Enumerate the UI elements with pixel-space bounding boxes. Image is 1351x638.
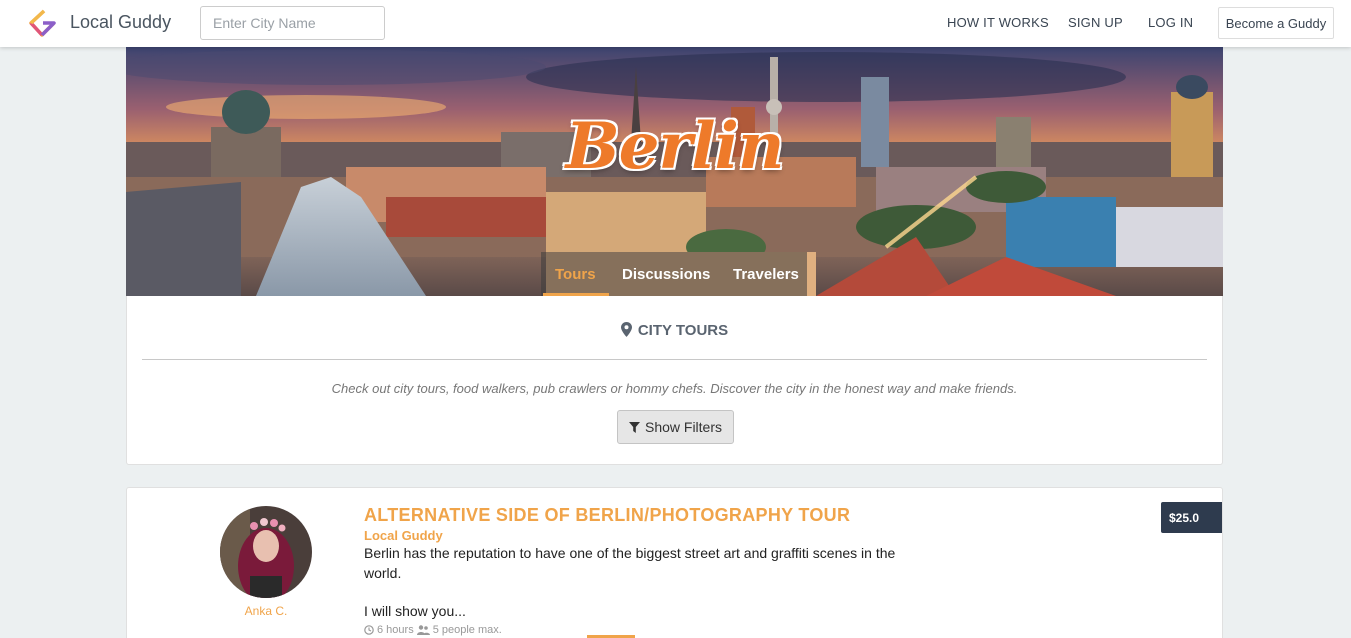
city-tours-heading-text: CITY TOURS <box>637 322 729 339</box>
funnel-icon <box>628 421 640 433</box>
city-tours-heading: CITY TOURS <box>127 322 1222 339</box>
tab-discussions[interactable]: Discussions <box>622 266 710 283</box>
tab-travelers[interactable]: Travelers <box>733 266 799 283</box>
map-marker-icon <box>620 322 632 337</box>
city-tabs: Tours Discussions Travelers <box>541 252 807 296</box>
guide-name[interactable]: Anka C. <box>220 604 312 618</box>
tour-description: Berlin has the reputation to have one of… <box>364 545 896 581</box>
tour-title[interactable]: ALTERNATIVE SIDE OF BERLIN/PHOTOGRAPHY T… <box>364 505 850 526</box>
tour-duration: 6 hours <box>377 624 414 636</box>
tour-description-more: I will show you... <box>364 603 466 619</box>
city-name-title: Berlin <box>565 109 785 184</box>
guide-avatar[interactable] <box>220 506 312 598</box>
tours-tagline: Check out city tours, food walkers, pub … <box>331 381 1018 396</box>
brand-name[interactable]: Local Guddy <box>70 12 171 33</box>
city-search-input[interactable] <box>200 6 385 40</box>
local-guddy-logo-icon[interactable] <box>27 8 57 38</box>
price-badge: $25.0 <box>1161 502 1222 533</box>
become-guddy-button[interactable]: Become a Guddy <box>1218 7 1334 39</box>
tour-card[interactable]: Anka C. ALTERNATIVE SIDE OF BERLIN/PHOTO… <box>126 487 1223 638</box>
nav-sign-up[interactable]: SIGN UP <box>1068 15 1123 30</box>
tour-subtitle: Local Guddy <box>364 528 443 543</box>
section-divider <box>142 359 1207 360</box>
tour-group-size: 5 people max. <box>432 624 502 636</box>
city-hero-banner: Berlin Tours Discussions Travelers <box>126 47 1223 296</box>
show-filters-button[interactable]: Show Filters <box>617 410 734 444</box>
nav-how-it-works[interactable]: HOW IT WORKS <box>947 15 1049 30</box>
show-filters-label: Show Filters <box>644 419 723 435</box>
clock-icon <box>364 625 374 635</box>
tour-meta: 6 hours 5 people max. <box>364 624 502 636</box>
city-tours-panel: CITY TOURS Check out city tours, food wa… <box>126 296 1223 465</box>
tab-tours[interactable]: Tours <box>555 266 596 283</box>
top-navbar: Local Guddy HOW IT WORKS SIGN UP LOG IN … <box>0 0 1351 47</box>
people-icon <box>416 625 430 635</box>
nav-log-in[interactable]: LOG IN <box>1148 15 1193 30</box>
